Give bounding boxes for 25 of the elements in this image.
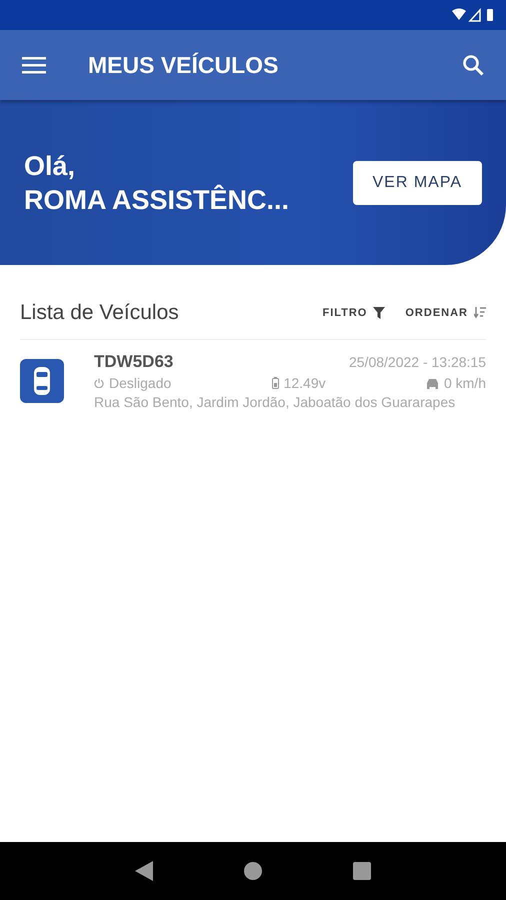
app-title: MEUS VEÍCULOS [88,52,280,78]
back-icon[interactable] [135,861,154,881]
filter-button[interactable]: FILTRO [322,307,386,319]
search-icon[interactable] [462,54,484,76]
vehicle-speed: 0 km/h [444,375,486,391]
home-icon[interactable] [244,862,262,880]
recents-icon[interactable] [352,862,371,880]
ignition-status: Desligado [109,375,172,391]
status-icons [452,8,496,22]
sort-button[interactable]: ORDENAR [405,307,486,319]
vehicle-address: Rua São Bento, Jardim Jordão, Jaboatão dos Guararapes [94,394,456,410]
greeting-text: Olá, ROMA ASSISTÊNC... [24,150,290,216]
battery-voltage: 12.49v [284,375,326,391]
car-front-icon [426,378,439,388]
vehicle-plate: TDW5D63 [94,352,174,372]
map-button[interactable]: VER MAPA [352,160,482,204]
filter-icon [373,307,386,319]
list-title: Lista de Veículos [20,301,180,325]
battery-icon [272,377,279,389]
vehicle-item[interactable]: TDW5D63 25/08/2022 - 13:28:15 Desligado 12.49v 0 km/h Rua São Bento, Jardim Jordão, Jaboatão dos Guararapes [0,340,506,410]
car-icon [20,359,64,403]
vehicle-datetime: 25/08/2022 - 13:28:15 [348,354,486,370]
menu-icon[interactable] [22,56,46,74]
power-icon [94,378,104,388]
sort-icon [474,307,486,319]
